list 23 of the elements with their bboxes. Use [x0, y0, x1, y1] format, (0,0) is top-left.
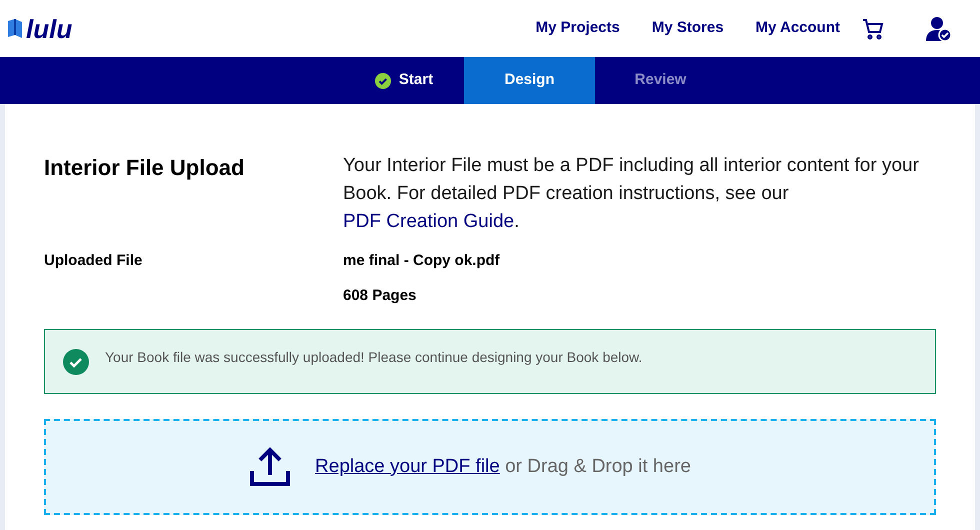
check-icon — [374, 72, 391, 88]
alert-message: Your Book file was successfully uploaded! Please continue designing your Book below. — [105, 349, 642, 365]
file-name: me final - Copy ok.pdf — [343, 251, 500, 271]
account-icon[interactable] — [926, 16, 952, 42]
nav-link[interactable]: My Projects — [536, 17, 620, 40]
step-tab[interactable]: Start — [344, 57, 464, 104]
logo[interactable]: lulu — [26, 16, 72, 42]
section-title: Interior File Upload — [44, 154, 246, 182]
description: Your Interior File must be a PDF including all interior content for your Book. For detailed PDF creation instructions, see our PDF Creation Guide. — [343, 154, 920, 234]
nav-link[interactable]: My Account — [756, 17, 840, 40]
book-logo-icon — [6, 18, 24, 40]
page-count: 608 Pages — [343, 286, 418, 306]
check-circle-icon — [63, 349, 89, 375]
file-dropzone[interactable]: Replace your PDF file or Drag & Drop it here — [44, 419, 936, 515]
field-label: Uploaded File — [44, 251, 144, 271]
drop-hint: or Drag & Drop it here — [505, 456, 691, 477]
upload-icon — [249, 447, 292, 487]
replace-file-link[interactable]: Replace your PDF file — [315, 456, 500, 477]
nav-link[interactable]: My Stores — [652, 17, 724, 40]
cart-icon[interactable] — [862, 18, 884, 40]
step-tab[interactable]: Review — [595, 57, 726, 104]
step-tab[interactable]: Design — [464, 57, 595, 104]
guide-link[interactable]: PDF Creation Guide — [343, 211, 514, 232]
